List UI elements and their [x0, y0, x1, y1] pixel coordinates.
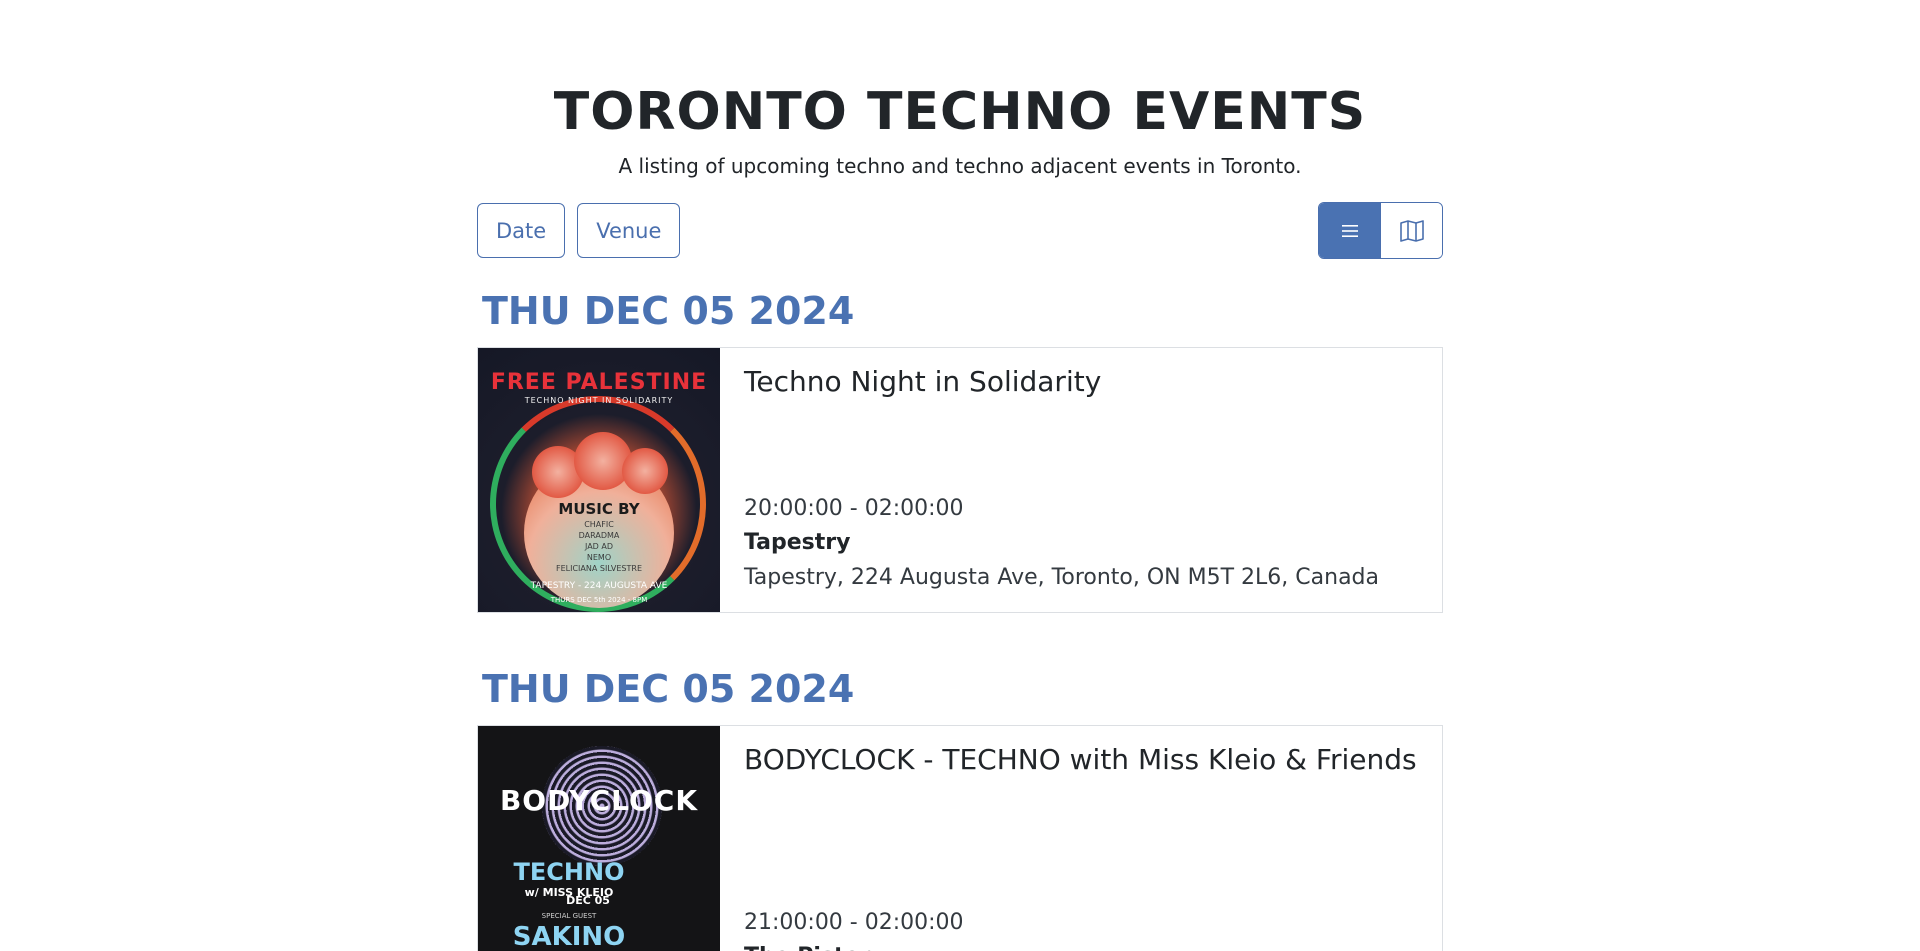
map-icon — [1399, 219, 1424, 242]
event-date-heading: THU DEC 05 2024 — [482, 667, 855, 711]
event-time: 20:00:00 - 02:00:00 — [744, 496, 964, 521]
event-title[interactable]: Techno Night in Solidarity — [744, 364, 1418, 400]
poster-date-badge: DEC 05 — [566, 894, 610, 907]
event-card[interactable]: FREE PALESTINE TECHNO NIGHT IN SOLIDARIT… — [477, 347, 1443, 613]
event-poster-image[interactable]: FREE PALESTINE TECHNO NIGHT IN SOLIDARIT… — [478, 348, 720, 612]
poster-artist: NEMO — [586, 553, 612, 562]
poster-footer-date: THURS DEC 5th 2024 - 8PM — [550, 596, 648, 604]
date-filter-button[interactable]: Date — [477, 203, 566, 258]
map-view-button[interactable] — [1380, 203, 1442, 258]
event-details: Techno Night in Solidarity 20:00:00 - 02… — [720, 348, 1442, 612]
poster-artist: JAD AD — [584, 542, 614, 551]
event-venue: Tapestry — [744, 530, 851, 555]
poster-genre: TECHNO — [513, 858, 625, 886]
poster-artist: DARADMA — [578, 531, 620, 540]
poster-artist: FELICIANA SILVESTRE — [555, 564, 642, 573]
event-details: BODYCLOCK - TECHNO with Miss Kleio & Fri… — [720, 726, 1442, 951]
venue-filter-button[interactable]: Venue — [577, 203, 681, 258]
filter-group: Date Venue — [477, 203, 681, 258]
list-view-button[interactable] — [1319, 203, 1380, 258]
poster-flower — [622, 448, 668, 494]
toolbar: Date Venue — [477, 202, 1443, 259]
poster-special-guest: SPECIAL GUEST — [541, 912, 597, 920]
poster-headline: BODYCLOCK — [499, 784, 699, 817]
poster-guest-name: SAKINO — [512, 922, 626, 951]
event-title[interactable]: BODYCLOCK - TECHNO with Miss Kleio & Fri… — [744, 742, 1418, 778]
page-subtitle: A listing of upcoming techno and techno … — [618, 154, 1302, 178]
event-card[interactable]: BODYCLOCK TECHNO w/ MISS KLEIO SPECIAL G… — [477, 725, 1443, 951]
page-title: TORONTO TECHNO EVENTS — [553, 82, 1367, 142]
poster-music-by: MUSIC BY — [558, 500, 640, 518]
event-address: Tapestry, 224 Augusta Ave, Toronto, ON M… — [744, 565, 1379, 590]
event-date-heading: THU DEC 05 2024 — [482, 289, 855, 333]
view-toggle — [1318, 202, 1443, 259]
poster-footer: TAPESTRY - 224 AUGUSTA AVE — [530, 581, 668, 591]
event-poster-image[interactable]: BODYCLOCK TECHNO w/ MISS KLEIO SPECIAL G… — [478, 726, 720, 951]
poster-headline: FREE PALESTINE — [490, 370, 708, 395]
main-container: TORONTO TECHNO EVENTS A listing of upcom… — [477, 0, 1443, 951]
event-venue: The Piston — [744, 940, 1418, 951]
page: TORONTO TECHNO EVENTS A listing of upcom… — [0, 0, 1920, 951]
poster-artist: CHAFIC — [584, 520, 614, 529]
list-icon — [1341, 224, 1358, 237]
poster-subline: TECHNO NIGHT IN SOLIDARITY — [524, 396, 674, 405]
event-time: 21:00:00 - 02:00:00 — [744, 910, 964, 935]
